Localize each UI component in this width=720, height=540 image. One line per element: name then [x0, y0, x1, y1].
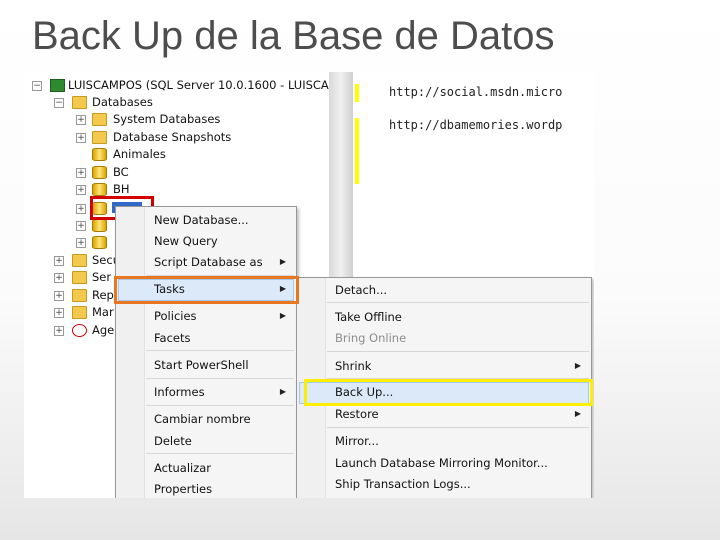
change-margin-marker [355, 118, 359, 184]
menu-item-label: New Query [154, 234, 218, 248]
folder-icon [72, 254, 87, 267]
database-snapshots-label: Database Snapshots [113, 130, 232, 144]
collapse-icon[interactable]: − [54, 98, 64, 108]
menu-item-delete[interactable]: Delete [116, 431, 296, 451]
server-icon [50, 79, 65, 92]
menu-item-label: Informes [154, 385, 205, 399]
menu-item-label: Properties [154, 482, 213, 496]
menu-item-properties[interactable]: Properties [116, 479, 296, 498]
code-line-2: http://dbamemories.wordp [389, 118, 563, 132]
menu-item-shrink[interactable]: Shrink ▶ [297, 356, 591, 376]
database-icon [92, 236, 107, 249]
database-icon [92, 166, 107, 179]
menu-item-label: Facets [154, 331, 191, 345]
menu-item-label: New Database... [154, 213, 249, 227]
menu-item-informes[interactable]: Informes ▶ [116, 382, 296, 402]
menu-separator [146, 405, 294, 406]
menu-item-ship-transaction-logs[interactable]: Ship Transaction Logs... [297, 474, 591, 494]
menu-item-label: Start PowerShell [154, 358, 249, 372]
menu-separator [146, 378, 294, 379]
database-icon [92, 148, 107, 161]
menu-item-take-offline[interactable]: Take Offline [297, 307, 591, 327]
menu-item-label: Take Offline [335, 310, 402, 324]
expand-icon[interactable]: + [76, 168, 86, 178]
menu-separator [146, 453, 294, 454]
menu-item-bring-online: Bring Online [297, 328, 591, 348]
database-icon [92, 183, 107, 196]
collapse-icon[interactable]: − [32, 81, 42, 91]
menu-item-new-database[interactable]: New Database... [116, 210, 296, 230]
menu-item-launch-mirroring-monitor[interactable]: Launch Database Mirroring Monitor... [297, 453, 591, 473]
db-bc-label: BC [113, 165, 129, 179]
menu-item-detach[interactable]: Detach... [297, 280, 591, 300]
menu-separator [146, 350, 294, 351]
submenu-arrow-icon: ▶ [574, 361, 581, 370]
database-context-menu: New Database... New Query Script Databas… [115, 206, 297, 498]
menu-item-start-powershell[interactable]: Start PowerShell [116, 355, 296, 375]
expand-icon[interactable]: + [54, 291, 64, 301]
menu-separator [327, 427, 589, 428]
sql-agent-label: Age [92, 323, 115, 337]
server-objects-label: Ser [92, 270, 112, 284]
menu-item-policies[interactable]: Policies ▶ [116, 306, 296, 326]
replication-label: Rep [92, 288, 114, 302]
server-label: LUISCAMPOS (SQL Server 10.0.1600 - LUISC… [68, 78, 333, 92]
expand-icon[interactable]: + [54, 273, 64, 283]
menu-item-label: Ship Transaction Logs... [335, 477, 471, 491]
menu-item-cambiar-nombre[interactable]: Cambiar nombre [116, 409, 296, 429]
tasks-highlight-box [114, 276, 299, 304]
menu-item-restore[interactable]: Restore ▶ [297, 404, 591, 424]
databases-label: Databases [92, 95, 153, 109]
submenu-arrow-icon: ▶ [279, 257, 286, 266]
menu-item-facets[interactable]: Facets [116, 328, 296, 348]
menu-item-label: Actualizar [154, 461, 212, 475]
folder-icon [72, 289, 87, 302]
menu-item-label: Bring Online [335, 331, 407, 345]
menu-item-new-query[interactable]: New Query [116, 231, 296, 251]
code-line-1: http://social.msdn.micro [389, 85, 563, 99]
folder-icon [72, 96, 87, 109]
folder-icon [72, 271, 87, 284]
menu-item-label: Mirror... [335, 434, 379, 448]
menu-item-mirror[interactable]: Mirror... [297, 431, 591, 451]
menu-item-label: Shrink [335, 359, 372, 373]
slide-title: Back Up de la Base de Datos [32, 14, 555, 58]
submenu-arrow-icon: ▶ [279, 311, 286, 320]
db-animales-label: Animales [113, 147, 166, 161]
menu-item-label: Detach... [335, 283, 388, 297]
management-label: Mar [92, 305, 114, 319]
expand-icon[interactable]: + [76, 238, 86, 248]
menu-separator [327, 351, 589, 352]
expand-icon[interactable]: + [76, 115, 86, 125]
expand-icon[interactable]: + [54, 326, 64, 336]
change-margin-marker [355, 84, 359, 102]
expand-icon[interactable]: + [54, 308, 64, 318]
folder-icon [92, 113, 107, 126]
menu-item-label: Delete [154, 434, 192, 448]
menu-item-label: Launch Database Mirroring Monitor... [335, 456, 548, 470]
expand-icon[interactable]: + [76, 221, 86, 231]
expand-icon[interactable]: + [76, 133, 86, 143]
system-databases-label: System Databases [113, 112, 221, 126]
expand-icon[interactable]: + [76, 185, 86, 195]
menu-separator [327, 302, 589, 303]
expand-icon[interactable]: + [76, 204, 86, 214]
sql-agent-icon [72, 324, 87, 337]
menu-item-actualizar[interactable]: Actualizar [116, 458, 296, 478]
menu-item-script-database-as[interactable]: Script Database as ▶ [116, 252, 296, 272]
expand-icon[interactable]: + [54, 256, 64, 266]
backup-highlight-box [304, 379, 593, 406]
folder-icon [72, 306, 87, 319]
menu-item-label: Script Database as [154, 255, 263, 269]
menu-item-label: Restore [335, 407, 379, 421]
submenu-arrow-icon: ▶ [574, 409, 581, 418]
menu-item-label: Cambiar nombre [154, 412, 251, 426]
folder-icon [92, 131, 107, 144]
database-icon [92, 219, 107, 232]
ssms-screenshot: − LUISCAMPOS (SQL Server 10.0.1600 - LUI… [24, 72, 594, 498]
submenu-arrow-icon: ▶ [279, 387, 286, 396]
menu-item-label: Policies [154, 309, 197, 323]
